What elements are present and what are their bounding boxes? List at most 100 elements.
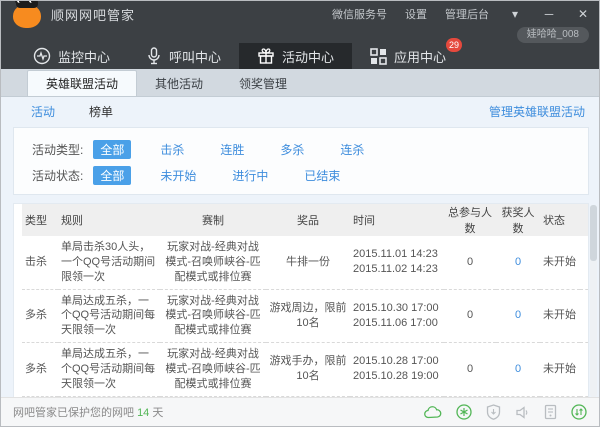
filter-type-kill[interactable]: 击杀 [153, 140, 191, 159]
activity-table-panel: 类型 规则 赛制 奖品 时间 总参与人数 获奖人数 状态 操作 击杀 单局击杀3 [13, 203, 589, 399]
nav-label: 呼叫中心 [169, 47, 221, 66]
cell-format: 玩家对战-经典对战模式-召唤师峡谷-匹配模式或排位赛 [160, 236, 266, 289]
cell-type: 击杀 [22, 236, 58, 289]
filter-type-all[interactable]: 全部 [93, 140, 131, 159]
titlebar: 顺网网吧管家 微信服务号 设置 管理后台 ▾ ─ ✕ [1, 1, 599, 27]
time-start: 2015.10.30 17:00 [353, 301, 441, 316]
filter-type-killstreak[interactable]: 连杀 [333, 140, 371, 159]
grid-icon [370, 48, 387, 65]
shield-icon[interactable] [486, 404, 501, 420]
username-badge[interactable]: 娃哈哈_008 [517, 27, 589, 43]
app-title: 顺网网吧管家 [51, 5, 135, 24]
nav-item-call-center[interactable]: 呼叫中心 [128, 43, 239, 69]
cell-winners-link[interactable]: 0 [515, 256, 521, 268]
table-row: 多杀 单局达成五杀，一个QQ号活动期间每天限领一次 玩家对战-经典对战模式-召唤… [22, 289, 589, 343]
filter-row-status: 活动状态: 全部 未开始 进行中 已结束 [32, 162, 570, 188]
cell-time: 2015.10.30 17:00 2015.11.06 17:00 [350, 289, 444, 343]
manage-lol-activities-link[interactable]: 管理英雄联盟活动 [489, 103, 585, 120]
cell-participants: 0 [444, 343, 496, 397]
app-header: 顺网网吧管家 微信服务号 设置 管理后台 ▾ ─ ✕ 娃哈哈_008 监控中心 [1, 1, 599, 69]
nav-item-app-center[interactable]: 应用中心 29 [352, 43, 464, 69]
cell-action [580, 236, 589, 289]
time-start: 2015.11.01 14:23 [353, 247, 441, 262]
sync-icon[interactable] [571, 404, 587, 420]
filter-status-label: 活动状态: [32, 167, 83, 184]
nav-label: 应用中心 [394, 47, 446, 66]
vertical-scrollbar[interactable] [590, 205, 597, 397]
tab-prize-management[interactable]: 领奖管理 [221, 72, 305, 96]
table-row: 多杀 单局达成五杀，一个QQ号活动期间每天限领一次 玩家对战-经典对战模式-召唤… [22, 343, 589, 397]
cell-time: 2015.10.28 17:00 2015.10.28 19:00 [350, 343, 444, 397]
time-end: 2015.11.02 14:23 [353, 262, 441, 277]
cell-winners-link[interactable]: 0 [515, 309, 521, 321]
cell-participants: 0 [444, 236, 496, 289]
time-end: 2015.11.06 17:00 [353, 316, 441, 331]
subnav-link-activities[interactable]: 活动 [31, 103, 55, 120]
col-format: 赛制 [160, 204, 266, 236]
filter-row-type: 活动类型: 全部 击杀 连胜 多杀 连杀 [32, 136, 570, 162]
tab-strip: 英雄联盟活动 其他活动 领奖管理 [1, 69, 599, 97]
cell-winners-link[interactable]: 0 [515, 363, 521, 375]
protection-text: 网吧管家已保护您的网吧 14 天 [13, 404, 163, 420]
admin-backend-link[interactable]: 管理后台 [445, 6, 489, 22]
col-rule: 规则 [58, 204, 160, 236]
cell-rule: 单局达成五杀，一个QQ号活动期间每天限领一次 [58, 343, 160, 397]
close-button[interactable]: ✕ [575, 7, 591, 21]
protection-suffix: 天 [152, 407, 163, 419]
filter-type-label: 活动类型: [32, 141, 83, 158]
app-window: 顺网网吧管家 微信服务号 设置 管理后台 ▾ ─ ✕ 娃哈哈_008 监控中心 [0, 0, 600, 427]
scan-icon[interactable] [456, 404, 472, 420]
cell-rule: 单局击杀30人头，一个QQ号活动期间限领一次 [58, 236, 160, 289]
nav-item-activity-center[interactable]: 活动中心 [239, 43, 352, 69]
cell-prize: 游戏手办，限前10名 [266, 343, 350, 397]
content-area: 活动 榜单 管理英雄联盟活动 活动类型: 全部 击杀 连胜 多杀 连杀 活动状态… [1, 97, 599, 399]
minimize-button[interactable]: ─ [541, 7, 557, 21]
protection-prefix: 网吧管家已保护您的网吧 [13, 407, 134, 419]
col-participants: 总参与人数 [444, 204, 496, 236]
app-center-count-badge: 29 [446, 38, 462, 52]
status-bar: 网吧管家已保护您的网吧 14 天 [1, 397, 599, 426]
cell-rule: 单局达成五杀，一个QQ号活动期间每天限领一次 [58, 289, 160, 343]
filter-status-ended[interactable]: 已结束 [297, 166, 347, 185]
settings-link[interactable]: 设置 [405, 6, 427, 22]
cell-format: 玩家对战-经典对战模式-召唤师峡谷-匹配模式或排位赛 [160, 343, 266, 397]
scrollbar-thumb[interactable] [590, 205, 597, 261]
filter-status-ongoing[interactable]: 进行中 [225, 166, 275, 185]
cell-format: 玩家对战-经典对战模式-召唤师峡谷-匹配模式或排位赛 [160, 289, 266, 343]
col-prize: 奖品 [266, 204, 350, 236]
main-nav: 监控中心 呼叫中心 活动中心 应用中心 29 [1, 43, 599, 69]
gift-icon [257, 47, 275, 65]
filter-panel: 活动类型: 全部 击杀 连胜 多杀 连杀 活动状态: 全部 未开始 进行中 已结… [13, 127, 589, 195]
filter-type-winstreak[interactable]: 连胜 [213, 140, 251, 159]
activity-table: 类型 规则 赛制 奖品 时间 总参与人数 获奖人数 状态 操作 击杀 单局击杀3 [22, 204, 589, 399]
sound-icon[interactable] [515, 405, 530, 420]
nav-label: 活动中心 [282, 47, 334, 66]
tab-other-activities[interactable]: 其他活动 [137, 72, 221, 96]
monitor-icon [33, 47, 51, 65]
cell-prize: 游戏周边，限前10名 [266, 289, 350, 343]
filter-status-notstarted[interactable]: 未开始 [153, 166, 203, 185]
col-time: 时间 [350, 204, 444, 236]
cell-type: 多杀 [22, 289, 58, 343]
dropdown-icon[interactable]: ▾ [507, 7, 523, 21]
cloud-icon[interactable] [424, 405, 442, 419]
wechat-service-link[interactable]: 微信服务号 [332, 6, 387, 22]
time-end: 2015.10.28 19:00 [353, 369, 441, 384]
statusbar-icons [424, 404, 587, 420]
col-action: 操作 [580, 204, 589, 236]
table-row: 击杀 单局击杀30人头，一个QQ号活动期间限领一次 玩家对战-经典对战模式-召唤… [22, 236, 589, 289]
microphone-icon [146, 47, 162, 65]
cell-action [580, 289, 589, 343]
nav-label: 监控中心 [58, 47, 110, 66]
server-icon[interactable] [544, 404, 557, 420]
subnav-link-leaderboard[interactable]: 榜单 [89, 103, 113, 120]
cell-status: 未开始 [540, 236, 580, 289]
cell-status: 未开始 [540, 343, 580, 397]
filter-status-all[interactable]: 全部 [93, 166, 131, 185]
tab-lol-activities[interactable]: 英雄联盟活动 [27, 70, 137, 96]
filter-type-multikill[interactable]: 多杀 [273, 140, 311, 159]
cell-time: 2015.11.01 14:23 2015.11.02 14:23 [350, 236, 444, 289]
cell-participants: 0 [444, 289, 496, 343]
nav-item-monitor-center[interactable]: 监控中心 [15, 43, 128, 69]
protection-days: 14 [137, 407, 149, 419]
